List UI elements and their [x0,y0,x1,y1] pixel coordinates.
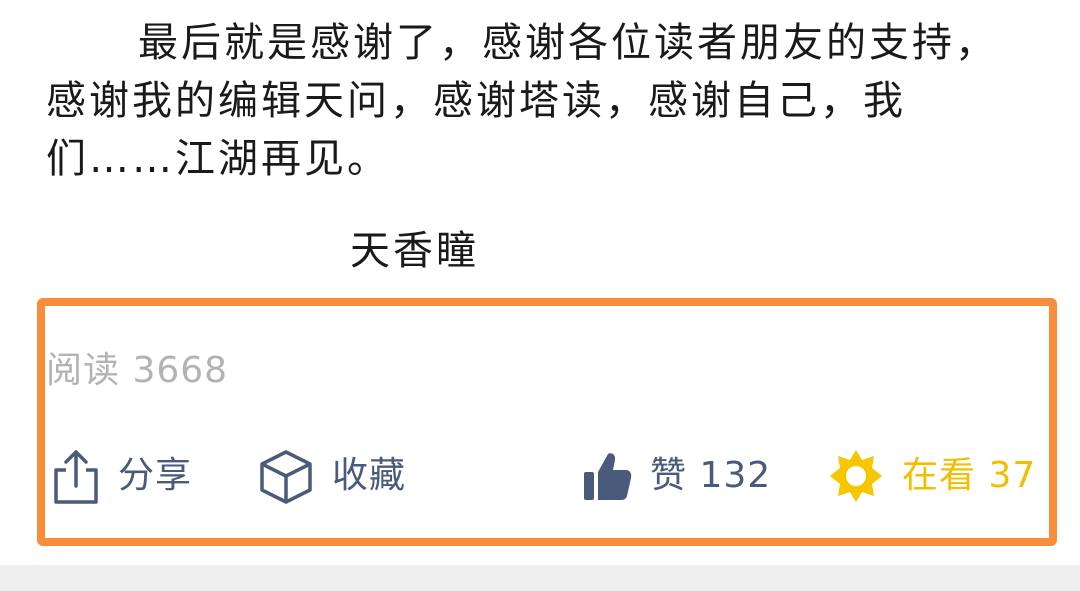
read-count: 阅读 3668 [46,350,229,391]
closing-paragraph: 最后就是感谢了，感谢各位读者朋友的支持，感谢我的编辑天问，感谢塔读，感谢自己，我… [46,20,998,182]
collect-label: 收藏 [332,455,407,496]
cube-icon [258,448,314,504]
highlight-annotation-box [37,298,1057,546]
bottom-divider-bar [0,565,1080,591]
watching-button[interactable]: 在看 37 [828,446,1036,506]
like-label: 赞 132 [650,455,772,496]
thumbs-up-icon [582,450,632,502]
share-icon [52,448,100,504]
share-button[interactable]: 分享 [52,446,192,506]
share-label: 分享 [118,455,193,496]
watching-label: 在看 37 [902,455,1037,496]
collect-button[interactable]: 收藏 [258,446,406,506]
article-body: 最后就是感谢了，感谢各位读者朋友的支持，感谢我的编辑天问，感谢塔读，感谢自己，我… [46,14,1006,188]
like-button[interactable]: 赞 132 [582,446,771,506]
author-signature: 天香瞳 [350,228,479,274]
watching-icon [828,448,884,504]
